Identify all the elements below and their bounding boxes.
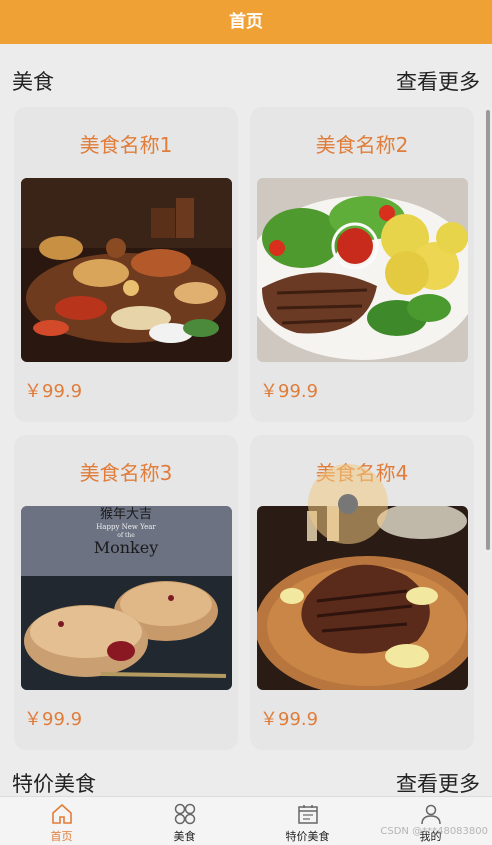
page-title: 首页 bbox=[229, 12, 263, 32]
food-section-header: 美食 查看更多 bbox=[0, 60, 492, 100]
tab-label: 美食 bbox=[173, 830, 196, 843]
food-name: 美食名称1 bbox=[79, 133, 173, 157]
food-price: ￥99.9 bbox=[260, 709, 319, 730]
tab-food[interactable]: 美食 bbox=[123, 797, 246, 845]
tab-label: 首页 bbox=[50, 830, 73, 843]
food-card-1[interactable]: 美食名称1 ￥99.9 bbox=[14, 107, 238, 422]
calendar-icon bbox=[297, 805, 318, 824]
special-view-more-link[interactable]: 查看更多 bbox=[396, 768, 480, 798]
tab-special[interactable]: 特价美食 bbox=[246, 797, 369, 845]
tab-profile[interactable]: 我的 bbox=[369, 797, 492, 845]
steak-potatoes-photo bbox=[257, 178, 468, 362]
monkey-new-year-pastry-photo: 猴年大吉 Happy New Year of the Monkey bbox=[21, 506, 232, 690]
food-name: 美食名称2 bbox=[315, 133, 409, 157]
home-icon bbox=[51, 803, 72, 824]
food-card-3[interactable]: 美食名称3 猴年大吉 Happy New Year of the Monkey … bbox=[14, 435, 238, 750]
poster-line1: Happy New Year bbox=[96, 523, 156, 531]
food-view-more-link[interactable]: 查看更多 bbox=[396, 66, 480, 96]
food-price: ￥99.9 bbox=[260, 381, 319, 402]
food-price: ￥99.9 bbox=[24, 381, 83, 402]
food-feast-photo bbox=[21, 178, 232, 362]
special-section-title: 特价美食 bbox=[12, 772, 96, 796]
poster-top-text: 猴年大吉 bbox=[100, 507, 152, 522]
tab-label: 特价美食 bbox=[285, 830, 330, 843]
user-icon bbox=[420, 804, 441, 825]
touch-dot bbox=[338, 494, 358, 514]
tab-home[interactable]: 首页 bbox=[0, 797, 123, 845]
food-section-title: 美食 bbox=[12, 70, 54, 94]
bottom-tab-bar: 首页 美食 特价美食 我的 bbox=[0, 796, 492, 845]
scrollbar[interactable] bbox=[486, 110, 490, 550]
food-name: 美食名称3 bbox=[79, 461, 173, 485]
touch-indicator bbox=[308, 464, 388, 544]
clover-icon bbox=[174, 803, 195, 825]
watermark: CSDN @***48083800 bbox=[380, 826, 488, 837]
poster-line3: Monkey bbox=[94, 538, 159, 557]
food-card-2[interactable]: 美食名称2 ￥99.9 bbox=[250, 107, 474, 422]
top-bar: 首页 bbox=[0, 0, 492, 44]
food-price: ￥99.9 bbox=[24, 709, 83, 730]
